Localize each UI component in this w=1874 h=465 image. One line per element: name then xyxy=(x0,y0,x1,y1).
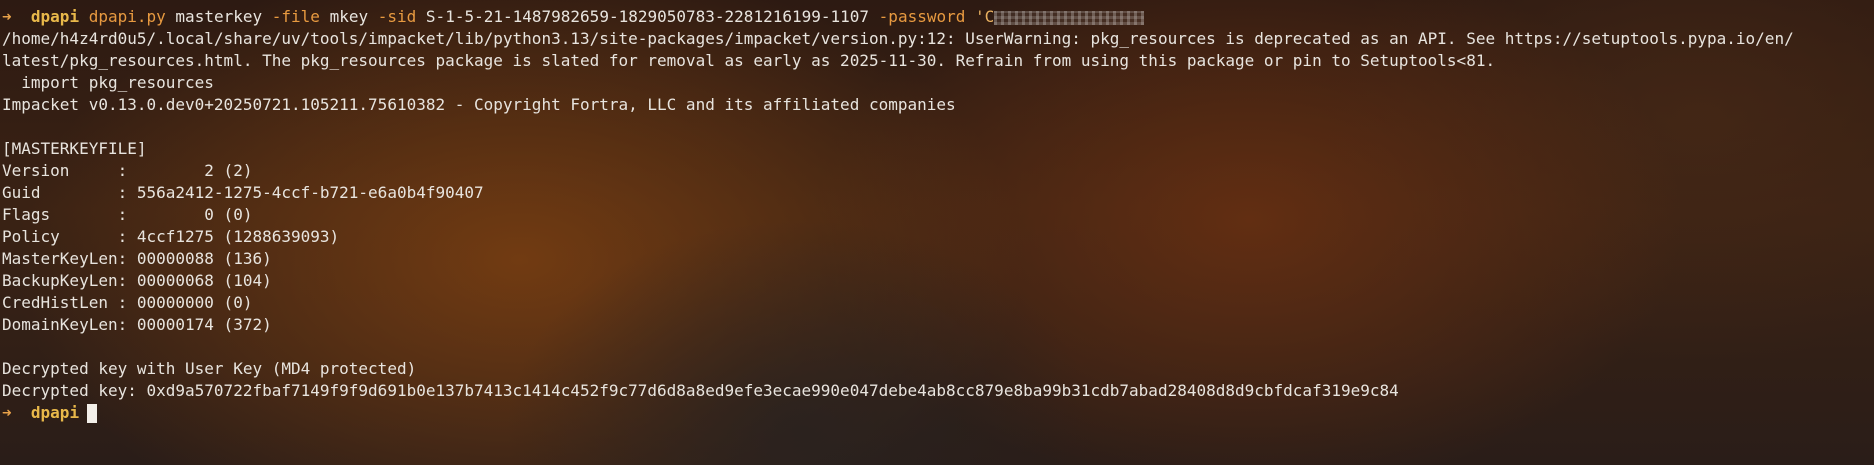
redacted-password xyxy=(994,10,1145,25)
prompt-cwd: dpapi xyxy=(30,403,80,422)
field-line-version: Version : 2 (2) xyxy=(2,161,253,180)
decrypted-note: Decrypted key with User Key (MD4 protect… xyxy=(2,359,417,378)
field-line-domainkeylen: DomainKeyLen: 00000174 (372) xyxy=(2,315,272,334)
file-value: mkey xyxy=(329,7,369,26)
section-header: [MASTERKEYFILE] xyxy=(2,139,147,158)
impacket-banner: Impacket v0.13.0.dev0+20250721.105211.75… xyxy=(2,95,956,114)
password-flag: -password xyxy=(878,7,966,26)
decrypted-key: Decrypted key: 0xd9a570722fbaf7149f9f9d6… xyxy=(2,381,1399,400)
terminal-window[interactable]: ➜ dpapi dpapi.py masterkey -file mkey -s… xyxy=(2,6,1868,424)
prompt-arrow-icon: ➜ xyxy=(2,403,12,422)
text-cursor[interactable] xyxy=(87,404,98,423)
command-subcommand: masterkey xyxy=(175,7,263,26)
field-line-masterkeylen: MasterKeyLen: 00000088 (136) xyxy=(2,249,272,268)
sid-value: S-1-5-21-1487982659-1829050783-228121619… xyxy=(425,7,870,26)
command-program: dpapi.py xyxy=(88,7,166,26)
field-line-guid: Guid : 556a2412-1275-4ccf-b721-e6a0b4f90… xyxy=(2,183,484,202)
warning-line: import pkg_resources xyxy=(2,73,214,92)
prompt-cwd: dpapi xyxy=(30,7,80,26)
prompt-line[interactable]: ➜ dpapi xyxy=(2,402,1868,424)
password-value: 'C xyxy=(975,7,995,26)
sid-flag: -sid xyxy=(377,7,417,26)
command-line: ➜ dpapi dpapi.py masterkey -file mkey -s… xyxy=(2,6,1868,28)
prompt-arrow-icon: ➜ xyxy=(2,7,12,26)
warning-line: /home/h4z4rd0u5/.local/share/uv/tools/im… xyxy=(2,29,1794,48)
field-line-backupkeylen: BackupKeyLen: 00000068 (104) xyxy=(2,271,272,290)
field-line-policy: Policy : 4ccf1275 (1288639093) xyxy=(2,227,340,246)
file-flag: -file xyxy=(271,7,320,26)
field-line-flags: Flags : 0 (0) xyxy=(2,205,253,224)
field-line-credhistlen: CredHistLen : 00000000 (0) xyxy=(2,293,253,312)
warning-line: latest/pkg_resources.html. The pkg_resou… xyxy=(2,51,1496,70)
